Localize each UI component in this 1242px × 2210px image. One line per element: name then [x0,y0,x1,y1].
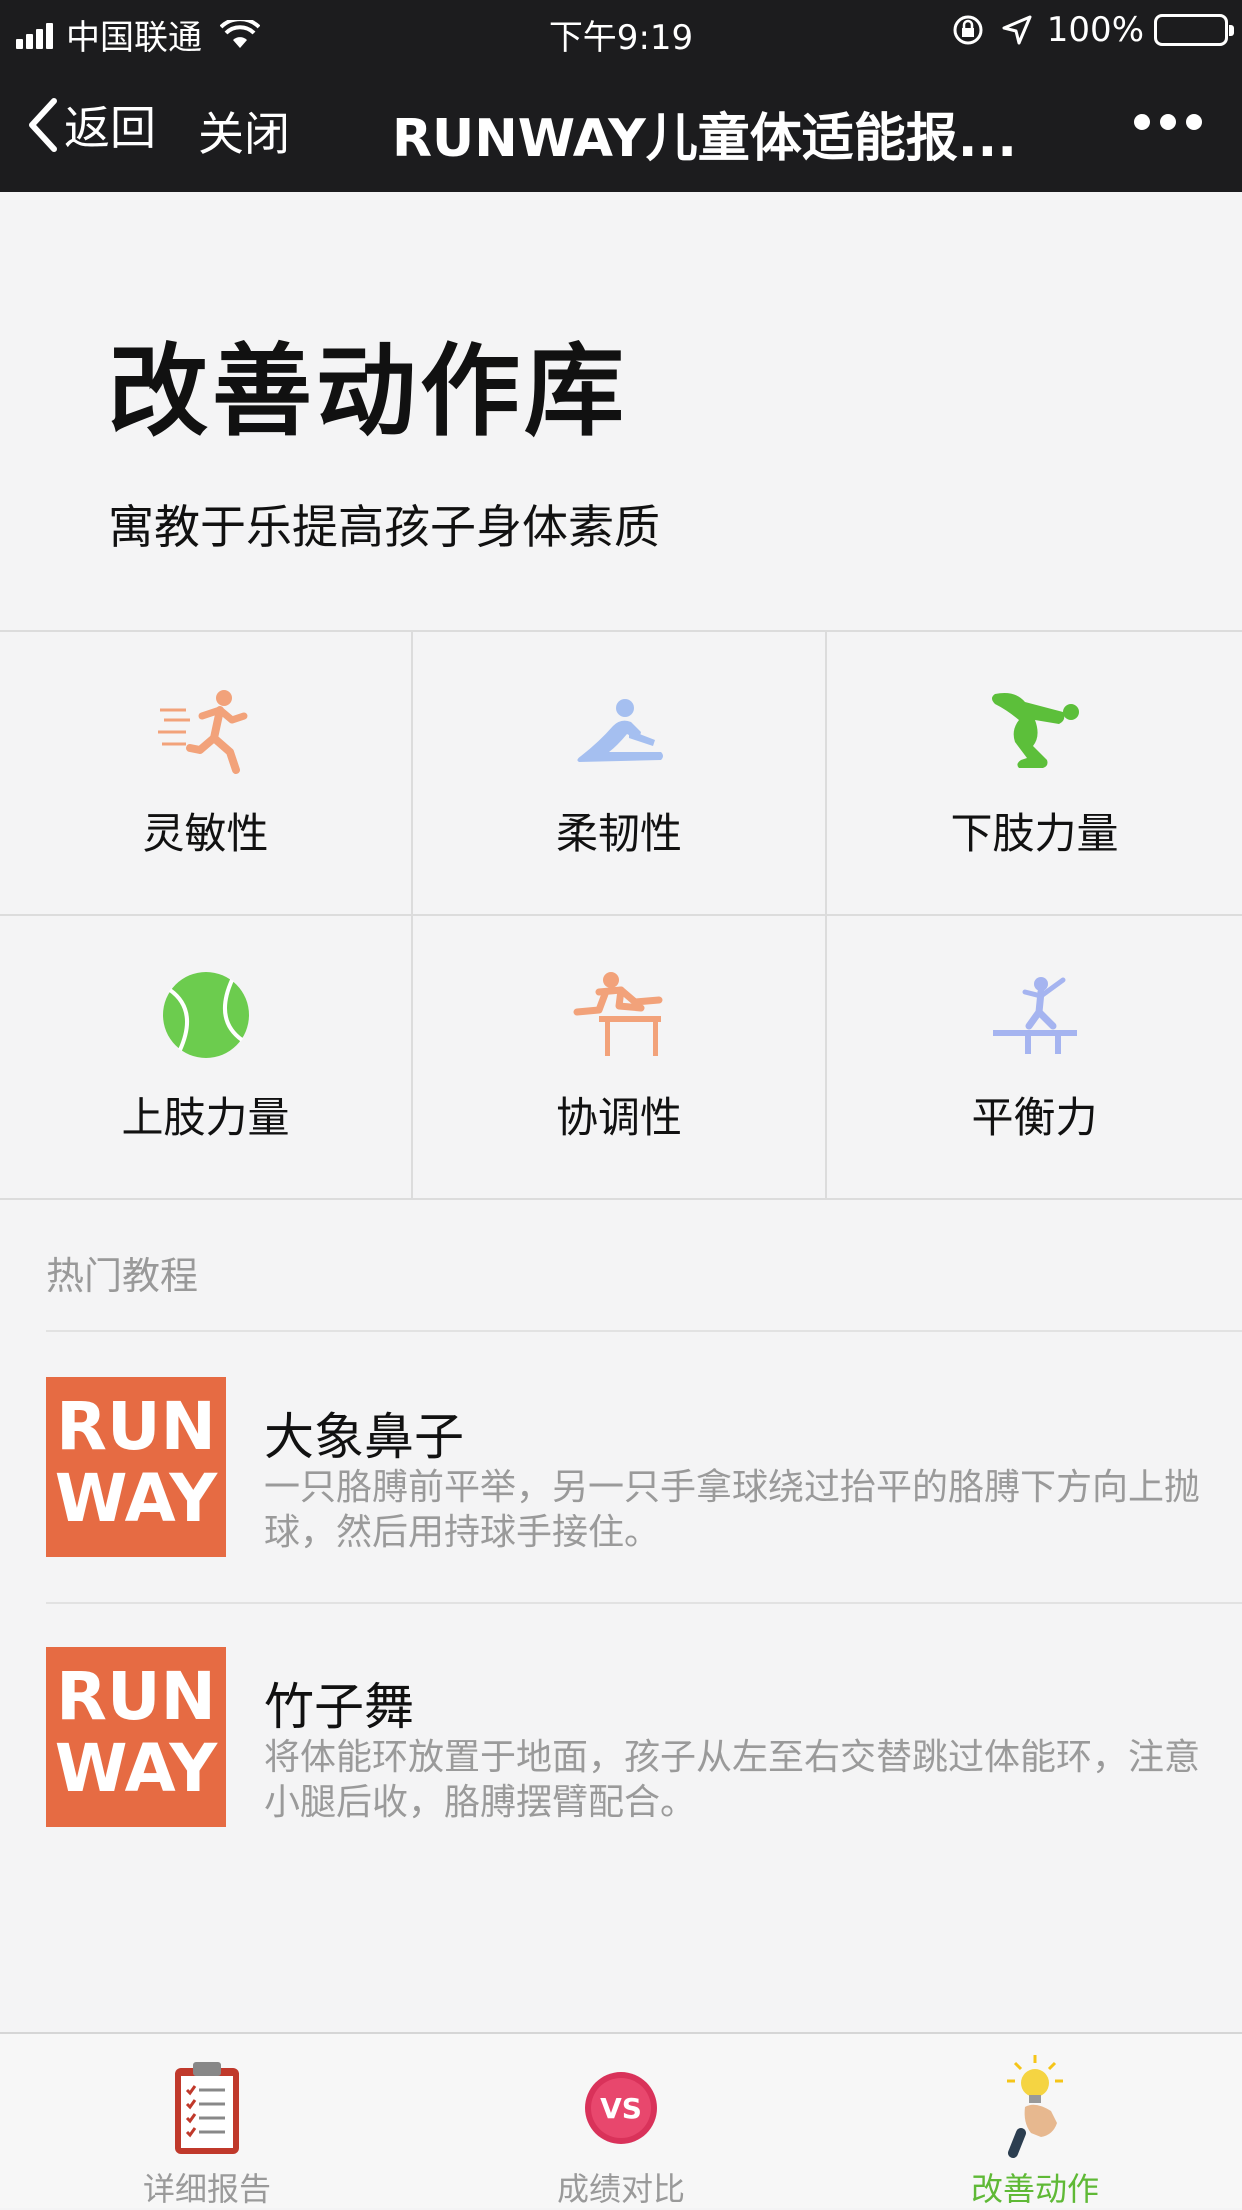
hurdle-jump-icon [573,972,663,1056]
more-menu-button[interactable] [1124,114,1202,130]
category-flexibility[interactable]: 柔韧性 [413,632,827,916]
tutorial-title: 大象鼻子 [264,1408,464,1466]
hero-section: 改善动作库 寓教于乐提高孩子身体素质 [108,310,660,557]
battery-icon [1154,14,1234,46]
category-agility[interactable]: 灵敏性 [0,632,413,916]
category-label: 上肢力量 [121,1093,290,1142]
back-label: 返回 [64,101,156,155]
category-lower-body-strength[interactable]: 下肢力量 [827,632,1242,916]
balance-beam-icon [992,977,1077,1054]
category-label: 协调性 [555,1093,682,1142]
back-button[interactable]: 返回 [26,92,156,158]
divider [46,1602,1242,1604]
stretching-person-icon [577,699,663,762]
runway-logo-thumb: RUN WAY [46,1377,226,1557]
battery-percent: 100% [1046,10,1144,50]
close-button[interactable]: 关闭 [198,98,290,164]
category-upper-body-strength[interactable]: 上肢力量 [0,916,413,1200]
chevron-left-icon [29,98,57,152]
squatting-person-icon [991,693,1079,768]
lightbulb-hand-icon [1007,2055,1063,2158]
tab-label: 成绩对比 [556,2170,685,2208]
tab-label: 详细报告 [142,2170,271,2208]
page-title: RUNWAY儿童体适能报... [392,109,1017,169]
tab-detailed-report[interactable]: 详细报告 [0,2048,414,2210]
tutorial-description: 一只胳膊前平举，另一只手拿球绕过抬平的胳膊下方向上抛球，然后用持球手接住。 [264,1467,1201,1553]
running-person-icon [157,690,247,774]
tutorial-item[interactable]: RUN WAY 大象鼻子 一只胳膊前平举，另一只手拿球绕过抬平的胳膊下方向上抛球… [46,1377,1200,1557]
status-bar: 中国联通 下午9:19 100% [0,0,1242,62]
tab-improve-actions[interactable]: 改善动作 [828,2048,1242,2210]
category-label: 灵敏性 [142,809,269,858]
tab-label: 改善动作 [970,2170,1099,2208]
category-coordination[interactable]: 协调性 [413,916,827,1200]
svg-text:VS: VS [600,2092,642,2125]
tutorial-description: 将体能环放置于地面，孩子从左至右交替跳过体能环，注意小腿后收，胳膊摆臂配合。 [264,1737,1201,1823]
tutorial-item[interactable]: RUN WAY 竹子舞 将体能环放置于地面，孩子从左至右交替跳过体能环，注意小腿… [46,1647,1200,1827]
tennis-ball-icon [162,972,249,1058]
hero-subtitle: 寓教于乐提高孩子身体素质 [108,500,660,554]
location-arrow-icon [1002,15,1032,45]
category-label: 柔韧性 [555,809,682,858]
category-grid: 灵敏性 柔韧性 下肢力量 上肢力量 协调性 平衡力 [0,630,1242,1200]
category-label: 下肢力量 [950,809,1119,858]
rotation-lock-icon [953,15,983,45]
section-title: 热门教程 [46,1254,199,1298]
category-balance[interactable]: 平衡力 [827,916,1242,1200]
clipboard-icon [175,2062,239,2154]
runway-logo-thumb: RUN WAY [46,1647,226,1827]
divider [46,1330,1242,1332]
tab-score-compare[interactable]: VS 成绩对比 [414,2048,828,2210]
tab-bar: 详细报告 VS 成绩对比 改善动作 [0,2032,1242,2208]
nav-bar: 返回 关闭 RUNWAY儿童体适能报... [0,62,1242,192]
hero-title: 改善动作库 [108,333,628,450]
vs-badge-icon: VS [585,2072,657,2144]
category-label: 平衡力 [971,1093,1098,1142]
tutorial-title: 竹子舞 [264,1678,414,1736]
